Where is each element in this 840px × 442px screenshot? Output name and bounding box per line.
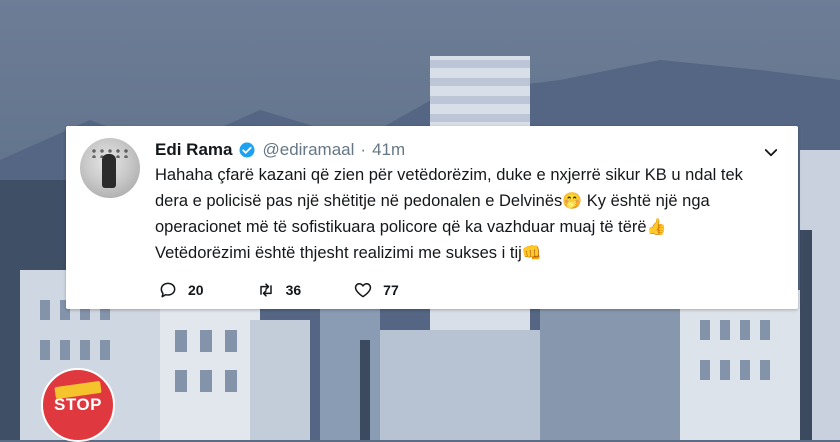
tweet-text-line: dera e policisë pas një shëtitje në pedo… [155,188,775,214]
tweet-timestamp[interactable]: 41m [372,140,405,160]
avatar[interactable] [80,138,140,198]
face-with-hand-icon: 🤭 [562,193,583,210]
tweet-text-line: operacionet më të sofistikuara policore … [155,214,775,240]
avatar-figure [102,154,116,188]
like-icon [354,283,372,298]
tweet-actions: 20 36 77 [158,280,451,300]
reply-button[interactable]: 20 [158,280,204,300]
tweet-text-segment: dera e policisë pas një shëtitje në pedo… [155,192,563,210]
tweet-header: Edi Rama @ediramaal · 41m [155,140,405,160]
like-count: 77 [383,282,399,298]
like-button[interactable]: 77 [353,280,399,300]
stop-logo: STOP [41,368,115,442]
retweet-button[interactable]: 36 [256,280,302,300]
retweet-icon [259,283,272,297]
retweet-count: 36 [285,282,302,298]
tweet-text-line: Vetëdorëzimi është thjesht realizimi me … [155,240,775,266]
tweet-text: Hahaha çfarë kazani që zien për vetëdorë… [155,162,775,266]
tweet-text-segment: operacionet më të sofistikuara policore … [155,218,647,236]
thumbs-up-icon: 👍 [646,219,667,236]
chevron-down-icon[interactable] [762,144,780,162]
separator-dot: · [360,140,367,159]
tweet-text-segment: Ky është një nga [582,192,710,210]
reply-count: 20 [188,282,204,298]
tweet-card[interactable]: Edi Rama @ediramaal · 41m Hahaha çfarë k… [66,126,798,309]
tweet-text-line: Hahaha çfarë kazani që zien për vetëdorë… [155,162,775,188]
reply-icon [160,282,176,298]
author-handle[interactable]: @ediramaal [262,140,354,160]
verified-badge-icon [239,142,255,158]
author-name[interactable]: Edi Rama [155,140,232,160]
fist-icon: 👊 [521,245,542,262]
tweet-text-segment: Hahaha çfarë kazani që zien për vetëdorë… [155,166,743,184]
tweet-text-segment: Vetëdorëzimi është thjesht realizimi me … [155,244,522,262]
